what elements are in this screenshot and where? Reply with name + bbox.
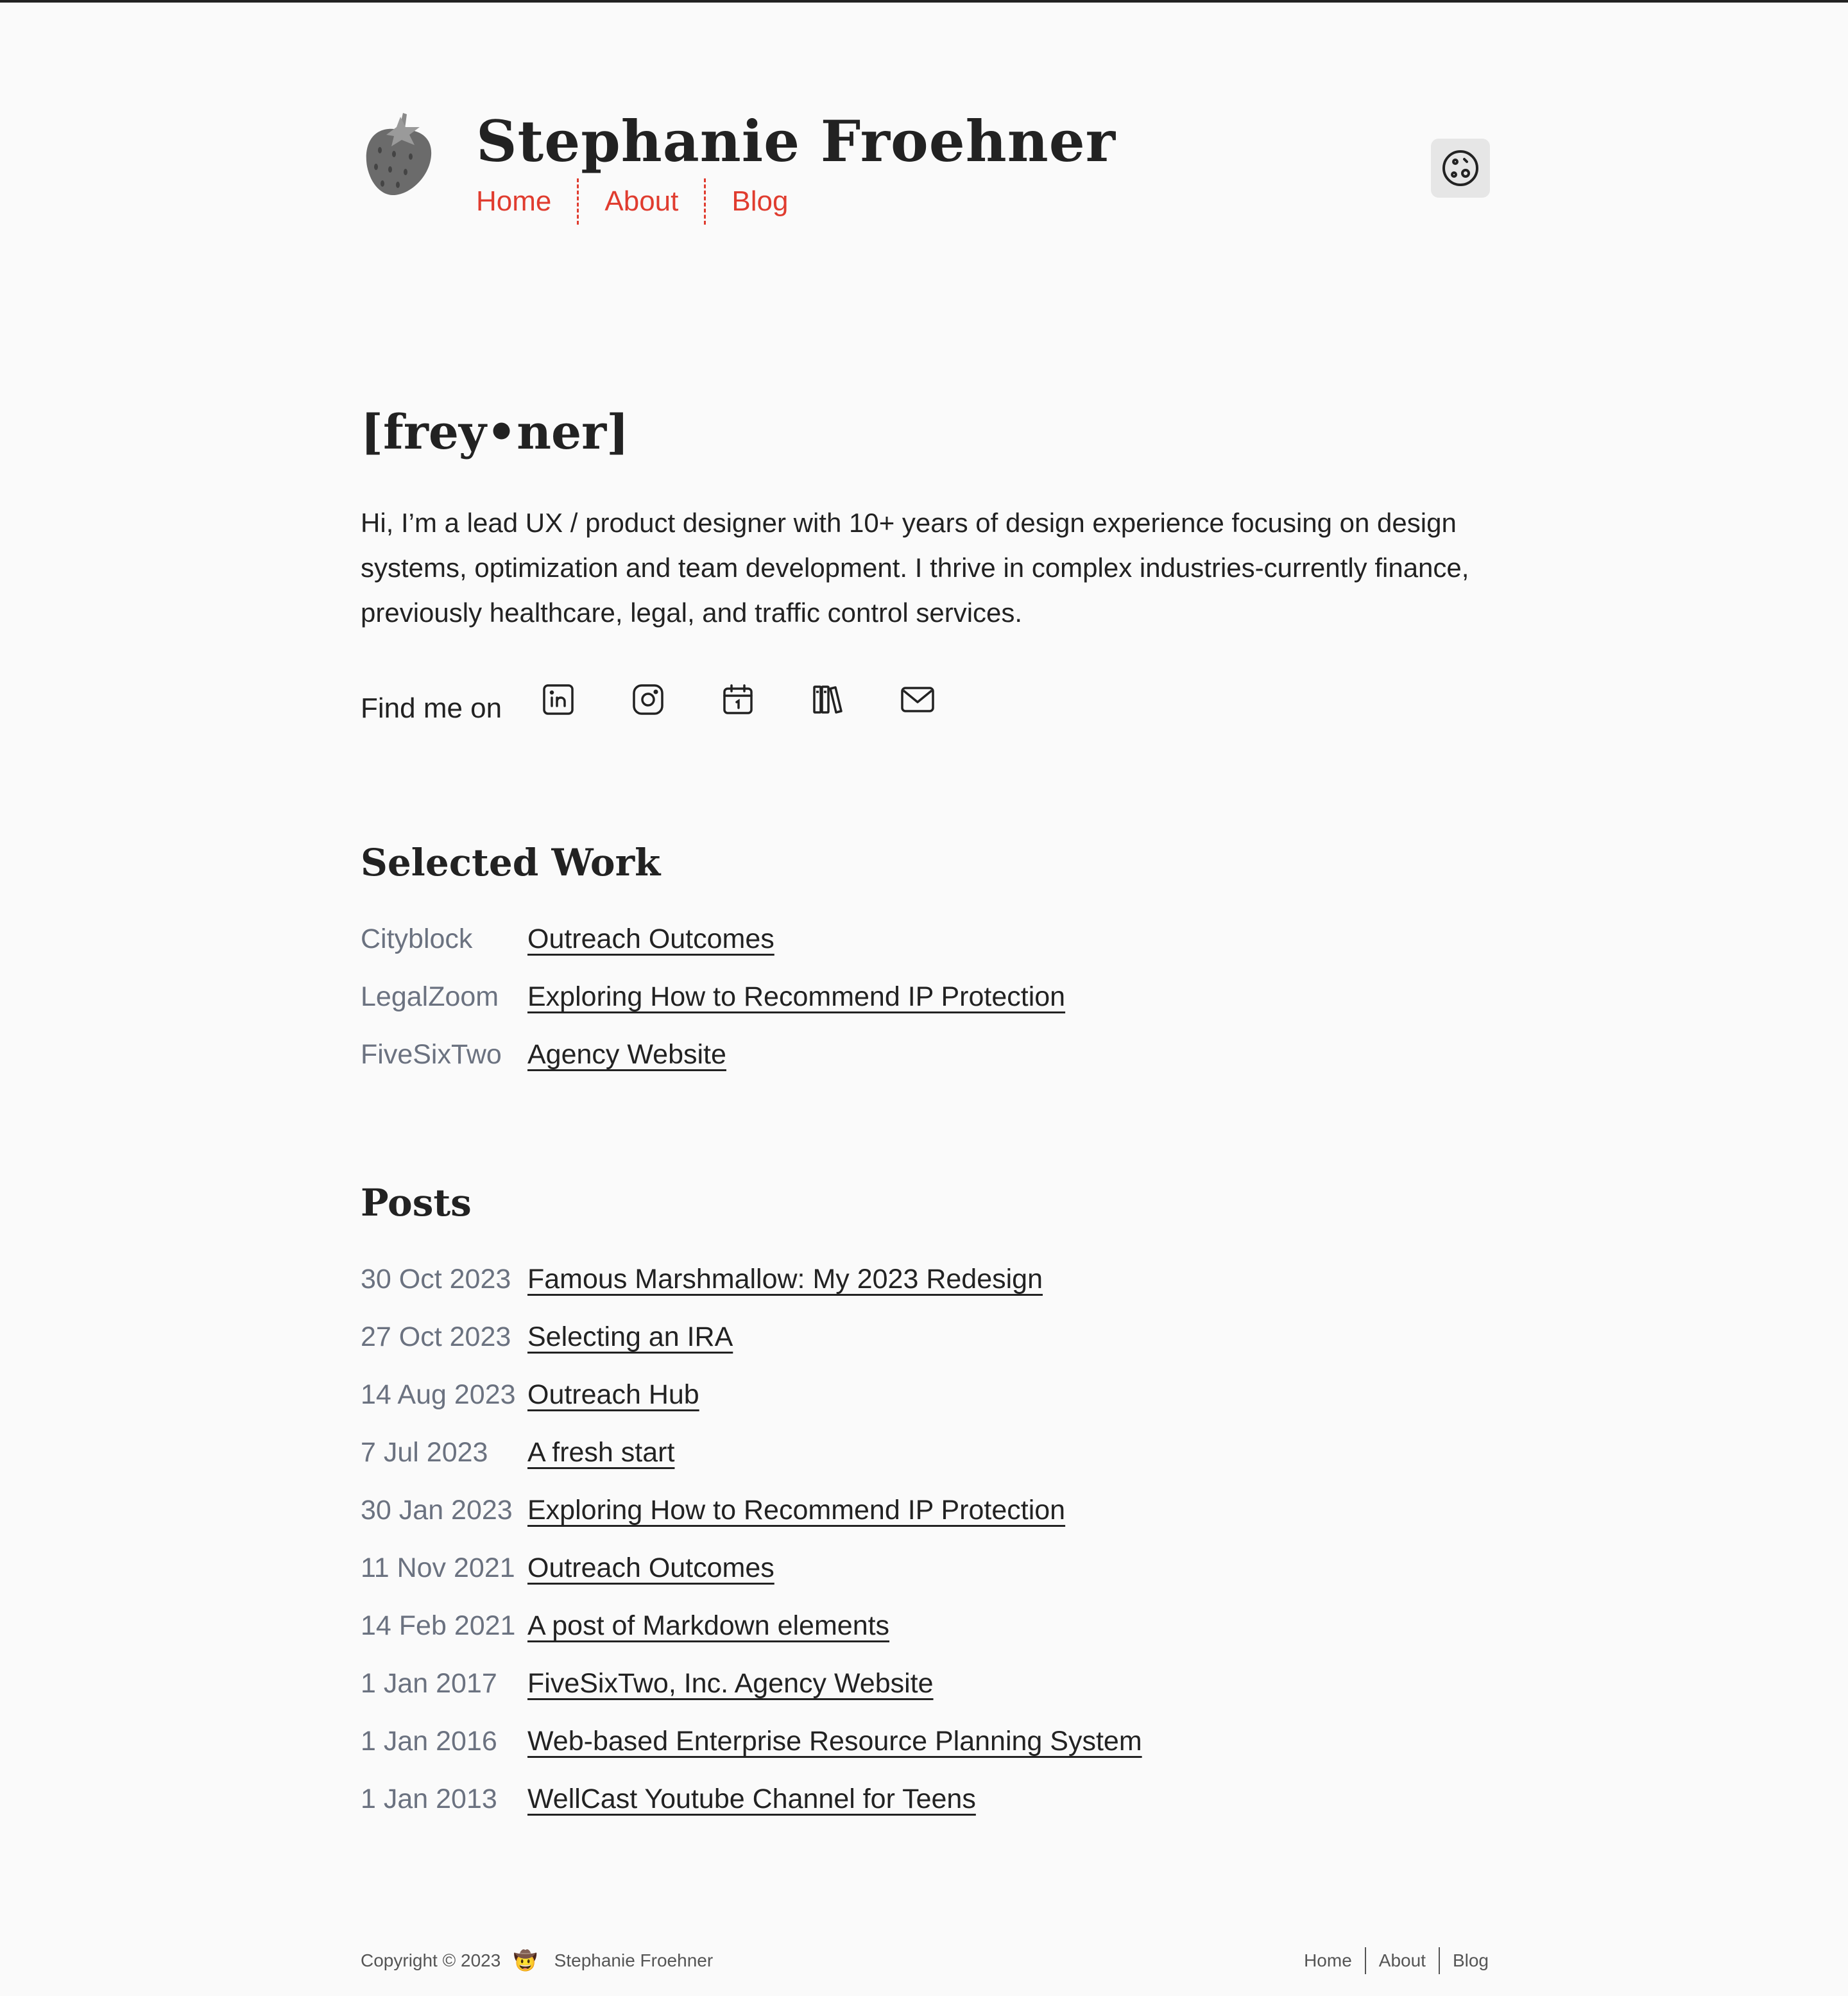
work-item: LegalZoom Exploring How to Recommend IP … [361, 968, 1489, 1026]
post-date: 1 Jan 2017 [361, 1667, 497, 1699]
post-link[interactable]: FiveSixTwo, Inc. Agency Website [527, 1668, 934, 1699]
post-date: 14 Aug 2023 [361, 1379, 516, 1410]
selected-work-heading: Selected Work [361, 841, 661, 884]
post-date: 7 Jul 2023 [361, 1436, 488, 1468]
intro-paragraph: Hi, I’m a lead UX / product designer wit… [361, 508, 1469, 628]
post-link[interactable]: A post of Markdown elements [527, 1610, 889, 1642]
find-me-label: Find me on [361, 693, 502, 724]
post-item: 11 Nov 2021 Outreach Outcomes [361, 1539, 1489, 1597]
posts-list: 30 Oct 2023 Famous Marshmallow: My 2023 … [361, 1250, 1489, 1828]
work-link[interactable]: Agency Website [527, 1039, 726, 1071]
phonetic-heading: [frey•ner] [361, 405, 629, 460]
nav-divider [704, 178, 706, 225]
page-container: Stephanie Froehner Home About Blog [frey… [361, 3, 1490, 1996]
work-item: Cityblock Outreach Outcomes [361, 910, 1489, 968]
post-date: 11 Nov 2021 [361, 1552, 515, 1583]
work-company: Cityblock [361, 923, 473, 954]
work-company: FiveSixTwo [361, 1038, 502, 1070]
post-item: 1 Jan 2013 WellCast Youtube Channel for … [361, 1770, 1489, 1828]
post-item: 7 Jul 2023 A fresh start [361, 1424, 1489, 1481]
footer-nav-blog[interactable]: Blog [1453, 1950, 1489, 1971]
work-item: FiveSixTwo Agency Website [361, 1026, 1489, 1083]
post-link[interactable]: WellCast Youtube Channel for Teens [527, 1784, 976, 1815]
footer-nav-divider [1364, 1947, 1366, 1974]
nav-about[interactable]: About [604, 185, 678, 218]
post-item: 27 Oct 2023 Selecting an IRA [361, 1308, 1489, 1366]
post-date: 30 Oct 2023 [361, 1263, 511, 1295]
library-icon[interactable] [807, 679, 848, 720]
copyright-text: Copyright © 2023 [361, 1950, 501, 1970]
cookie-icon [1442, 150, 1478, 186]
site-title[interactable]: Stephanie Froehner [476, 103, 1116, 180]
footer-nav-divider [1438, 1947, 1440, 1974]
nav-home[interactable]: Home [476, 185, 551, 218]
post-item: 30 Jan 2023 Exploring How to Recommend I… [361, 1481, 1489, 1539]
post-date: 30 Jan 2023 [361, 1494, 513, 1526]
post-item: 1 Jan 2016 Web-based Enterprise Resource… [361, 1712, 1489, 1770]
post-link[interactable]: Famous Marshmallow: My 2023 Redesign [527, 1264, 1043, 1295]
post-link[interactable]: Selecting an IRA [527, 1321, 733, 1353]
post-item: 30 Oct 2023 Famous Marshmallow: My 2023 … [361, 1250, 1489, 1308]
social-links: Find me on [361, 670, 987, 729]
post-link[interactable]: Outreach Hub [527, 1379, 699, 1411]
work-link[interactable]: Exploring How to Recommend IP Protection [527, 981, 1065, 1013]
cowboy-emoji-icon: 🤠 [513, 1950, 538, 1972]
post-item: 14 Aug 2023 Outreach Hub [361, 1366, 1489, 1424]
footer-author-name: Stephanie Froehner [554, 1950, 714, 1970]
post-date: 27 Oct 2023 [361, 1321, 511, 1352]
selected-work-list: Cityblock Outreach Outcomes LegalZoom Ex… [361, 910, 1489, 1083]
post-link[interactable]: Web-based Enterprise Resource Planning S… [527, 1726, 1142, 1757]
nav-blog[interactable]: Blog [732, 185, 788, 218]
main-nav: Home About Blog [476, 176, 788, 227]
post-link[interactable]: Exploring How to Recommend IP Protection [527, 1495, 1065, 1526]
footer-copyright: Copyright © 2023 🤠 Stephanie Froehner [361, 1945, 713, 1977]
nav-divider [577, 178, 579, 225]
work-company: LegalZoom [361, 981, 499, 1012]
instagram-icon[interactable] [628, 679, 669, 720]
post-link[interactable]: A fresh start [527, 1437, 674, 1468]
footer-nav-about[interactable]: About [1379, 1950, 1426, 1971]
post-link[interactable]: Outreach Outcomes [527, 1553, 774, 1584]
post-date: 1 Jan 2013 [361, 1783, 497, 1814]
footer-nav: Home About Blog [1304, 1945, 1489, 1977]
work-link[interactable]: Outreach Outcomes [527, 924, 774, 955]
post-date: 1 Jan 2016 [361, 1725, 497, 1757]
linkedin-icon[interactable] [538, 679, 579, 720]
post-item: 14 Feb 2021 A post of Markdown elements [361, 1597, 1489, 1655]
mail-icon[interactable] [897, 679, 938, 720]
calendar-icon[interactable] [717, 679, 758, 720]
theme-toggle-button[interactable] [1431, 139, 1490, 198]
strawberry-logo-icon[interactable] [361, 105, 438, 202]
footer-nav-home[interactable]: Home [1304, 1950, 1352, 1971]
posts-heading: Posts [361, 1181, 472, 1225]
post-date: 14 Feb 2021 [361, 1610, 516, 1641]
post-item: 1 Jan 2017 FiveSixTwo, Inc. Agency Websi… [361, 1655, 1489, 1712]
